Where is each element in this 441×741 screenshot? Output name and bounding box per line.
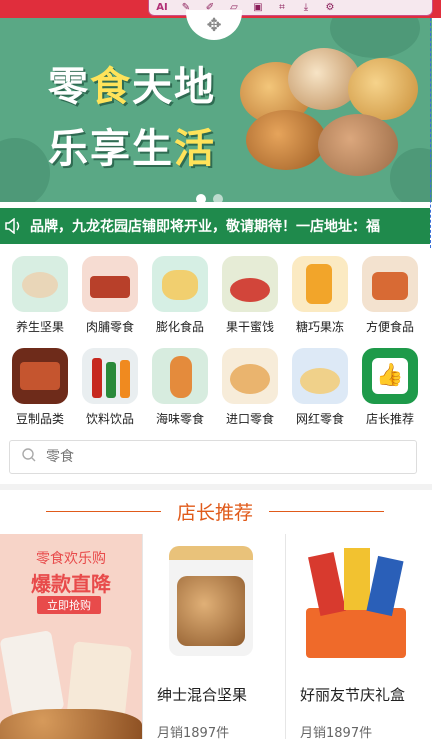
product-card[interactable]: 好丽友节庆礼盒 月销1897件 [285,534,428,741]
product-card[interactable]: 绅士混合坚果 月销1897件 [142,534,285,741]
pagination-dot[interactable] [196,194,206,202]
promo-line2: 爆款直降 [31,572,111,596]
category-label: 海味零食 [155,412,204,426]
category-puffed[interactable]: 膨化食品 [145,256,215,335]
nuts-pile-image [0,709,142,739]
category-instant[interactable]: 方便食品 [355,256,425,335]
category-tofu[interactable]: 豆制品类 [5,348,75,427]
pagination-dot[interactable] [213,194,223,202]
imported-snacks-icon [222,348,278,404]
trending-snacks-icon [292,348,348,404]
category-label: 豆制品类 [15,412,64,426]
walnut-bowl-image [318,114,398,176]
search-input[interactable] [44,448,348,466]
speaker-icon [4,218,26,234]
ai-icon[interactable]: AI [155,2,169,14]
crop-icon[interactable]: ⌗ [275,2,289,14]
nut-jar-image [169,546,253,656]
thumbs-up-icon: 👍 [362,348,418,404]
section-header: 店长推荐 [0,496,430,526]
category-imported[interactable]: 进口零食 [215,348,285,427]
puffed-food-icon [152,256,208,312]
category-drinks[interactable]: 饮料饮品 [75,348,145,427]
instant-food-icon [362,256,418,312]
category-manager-pick[interactable]: 👍 店长推荐 [355,348,425,427]
seafood-icon [152,348,208,404]
download-icon[interactable]: ⤓ [299,2,313,14]
product-name: 好丽友节庆礼盒 [300,686,406,704]
product-name: 绅士混合坚果 [157,686,248,704]
settings-icon[interactable]: ⚙ [323,2,337,14]
buy-now-button[interactable]: 立即抢购 [37,596,101,614]
almond-bowl-image [246,110,326,170]
category-candy[interactable]: 糖巧果冻 [285,256,355,335]
category-label: 饮料饮品 [85,412,134,426]
jerky-icon [82,256,138,312]
cashew-bowl-image [348,58,418,120]
category-dried-fruit[interactable]: 果干蜜饯 [215,256,285,335]
category-label: 糖巧果冻 [295,320,344,334]
title-line-right [269,510,384,512]
category-label: 膨化食品 [155,320,204,334]
tofu-icon [12,348,68,404]
promo-card[interactable]: 零食欢乐购 爆款直降 立即抢购 [0,534,142,739]
notice-text: 品牌，九龙花园店铺即将开业，敬请期待！一店地址：福 [30,219,380,235]
product-sales: 月销1897件 [300,726,373,741]
banner-pagination [196,194,223,202]
banner-title: 零食天地 乐享生活 [48,64,216,172]
section-title: 店长推荐 [176,501,253,524]
nuts-icon [12,256,68,312]
category-jerky[interactable]: 肉脯零食 [75,256,145,335]
category-label: 肉脯零食 [85,320,134,334]
section-divider [0,484,432,490]
title-line-left [45,510,161,512]
category-trending[interactable]: 网红零食 [285,348,355,427]
category-nuts[interactable]: 养生坚果 [5,256,75,335]
category-label: 进口零食 [225,412,274,426]
promo-banner[interactable]: 零食天地 乐享生活 [0,18,432,202]
candy-icon [292,256,348,312]
search-bar[interactable] [9,440,417,474]
dried-fruit-icon [222,256,278,312]
image-icon[interactable]: ▣ [251,2,265,14]
gift-box-image [306,548,406,660]
product-sales: 月销1897件 [157,726,230,741]
search-icon [22,448,36,466]
notice-bar: 品牌，九龙花园店铺即将开业，敬请期待！一店地址：福 [0,208,430,244]
category-label: 果干蜜饯 [225,320,274,334]
product-grid: 零食欢乐购 爆款直降 立即抢购 绅士混合坚果 月销1897件 好丽友节庆礼盒 月… [0,534,430,741]
category-seafood[interactable]: 海味零食 [145,348,215,427]
snack-bag-image [0,630,65,718]
promo-line1: 零食欢乐购 [36,551,106,567]
category-label: 方便食品 [365,320,414,334]
drinks-icon [82,348,138,404]
selection-outline [430,18,431,248]
category-label: 网红零食 [295,412,344,426]
category-label: 店长推荐 [365,412,414,426]
category-label: 养生坚果 [15,320,64,334]
